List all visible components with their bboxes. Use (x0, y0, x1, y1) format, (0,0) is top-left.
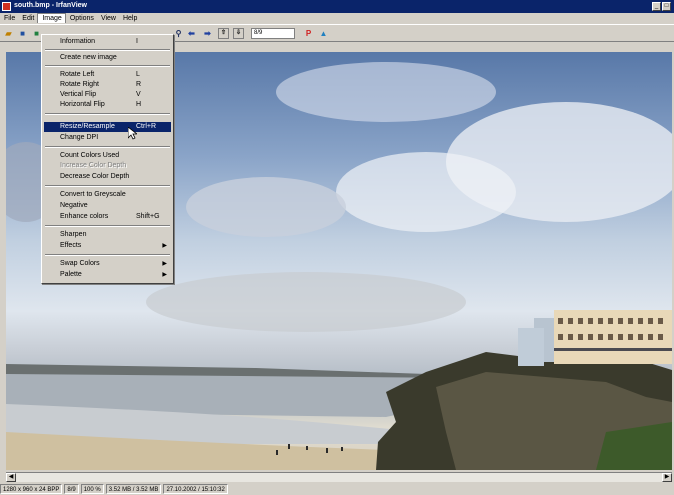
status-dimensions: 1280 x 960 x 24 BPP (0, 484, 63, 494)
menu-item-count-colors[interactable]: Count Colors Used (44, 151, 171, 161)
menu-item-swap-colors[interactable]: Swap Colors ▶ (44, 259, 171, 269)
menu-separator (45, 65, 170, 67)
menu-item-negative[interactable]: Negative (44, 201, 171, 211)
image-menu: Information I Create new image Rotate Lef… (41, 34, 174, 284)
properties-icon[interactable]: P (303, 28, 314, 39)
status-memory: 3.52 MB / 3.52 MB (105, 484, 162, 494)
menu-item-resize-resample[interactable]: Resize/Resample Ctrl+R (44, 122, 171, 132)
menu-item-vertical-flip[interactable]: Vertical Flip V (44, 90, 171, 100)
first-page-icon[interactable]: ⇧ (218, 28, 229, 39)
menu-separator (45, 146, 170, 148)
status-index: 8/9 (64, 484, 79, 494)
open-folder-icon[interactable]: ▰ (3, 28, 14, 39)
menu-item-decrease-color-depth[interactable]: Decrease Color Depth (44, 172, 171, 182)
landscape-icon[interactable]: ▲ (318, 28, 329, 39)
next-arrow-icon[interactable]: ➡ (202, 28, 213, 39)
menu-item-rotate-left[interactable]: Rotate Left L (44, 70, 171, 80)
menu-bar: File Edit Image Options View Help (0, 13, 674, 24)
horizontal-scrollbar[interactable]: ◀ ▶ (6, 472, 672, 482)
menu-view[interactable]: View (97, 13, 119, 24)
page-number-field[interactable]: 8/9 (251, 28, 295, 39)
status-zoom: 100 % (80, 484, 104, 494)
scroll-left-icon[interactable]: ◀ (6, 473, 16, 482)
status-datetime: 27.10.2002 / 15:10:32 (163, 484, 228, 494)
previous-arrow-icon[interactable]: ⬅ (186, 28, 197, 39)
minimize-button[interactable]: _ (652, 2, 661, 11)
status-bar: 1280 x 960 x 24 BPP 8/9 100 % 3.52 MB / … (0, 484, 674, 495)
title-bar: south.bmp - IrfanView _ □ (0, 0, 674, 13)
maximize-button[interactable]: □ (662, 2, 671, 11)
menu-edit[interactable]: Edit (18, 13, 37, 24)
mouse-cursor-icon (128, 127, 137, 140)
window-controls: _ □ (652, 2, 671, 11)
menu-item-sharpen[interactable]: Sharpen (44, 230, 171, 240)
menu-item-increase-color-depth: Increase Color Depth (60, 162, 127, 169)
menu-item-change-dpi[interactable]: Change DPI (44, 133, 171, 143)
menu-separator (45, 49, 170, 51)
menu-item-rotate-right[interactable]: Rotate Right R (44, 80, 171, 90)
menu-item-palette[interactable]: Palette ▶ (44, 270, 171, 280)
zoom-icon[interactable]: ⚲ (173, 28, 184, 39)
submenu-arrow-icon: ▶ (162, 261, 167, 267)
menu-options[interactable]: Options (66, 13, 97, 24)
menu-item-information[interactable]: Information I (44, 37, 171, 47)
menu-item-enhance-colors[interactable]: Enhance colors Shift+G (44, 212, 171, 222)
last-page-icon[interactable]: ⇩ (233, 28, 244, 39)
scroll-right-icon[interactable]: ▶ (662, 473, 672, 482)
menu-separator (45, 254, 170, 256)
menu-separator (45, 225, 170, 227)
menu-separator (45, 113, 170, 115)
menu-item-create-new-image[interactable]: Create new image (44, 53, 171, 63)
submenu-arrow-icon: ▶ (162, 243, 167, 249)
menu-item-convert-greyscale[interactable]: Convert to Greyscale (44, 190, 171, 200)
slideshow-icon[interactable]: ■ (17, 28, 28, 39)
window-title: south.bmp - IrfanView (14, 2, 87, 9)
menu-image[interactable]: Image (37, 13, 66, 23)
menu-separator (45, 185, 170, 187)
menu-file[interactable]: File (0, 13, 18, 24)
irfanview-app-icon (2, 2, 11, 11)
submenu-arrow-icon: ▶ (162, 272, 167, 278)
menu-item-horizontal-flip[interactable]: Horizontal Flip H (44, 100, 171, 110)
menu-help[interactable]: Help (119, 13, 140, 24)
menu-item-effects[interactable]: Effects ▶ (44, 241, 171, 251)
